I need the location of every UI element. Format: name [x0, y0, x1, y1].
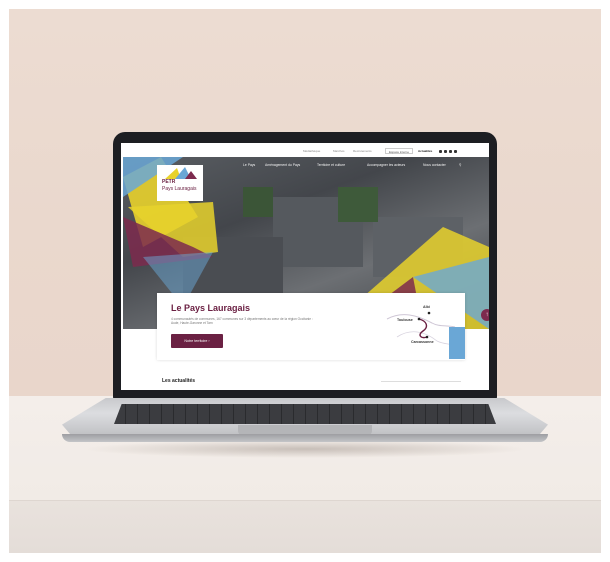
espace-interne-button[interactable]: Espace interne [385, 148, 414, 154]
utility-bar: Médiathèque Marchés Recrutements Espace … [121, 147, 489, 157]
actualites-link[interactable]: Actualités [418, 149, 432, 153]
laptop-screen: Médiathèque Marchés Recrutements Espace … [121, 143, 489, 390]
utility-link-marches[interactable]: Marchés [333, 149, 345, 153]
nav-item-amenagement[interactable]: Aménagement du Pays [265, 163, 300, 167]
section-divider [381, 381, 461, 382]
youtube-icon[interactable] [454, 150, 457, 153]
laptop-shadow [80, 440, 530, 458]
linkedin-icon[interactable] [444, 150, 447, 153]
nav-item-acteurs[interactable]: Accompagner les acteurs [367, 163, 405, 167]
photo-scene: Médiathèque Marchés Recrutements Espace … [0, 0, 610, 562]
logo-subtitle: Pays Lauragais [162, 186, 197, 192]
site-logo[interactable]: PETR Pays Lauragais [157, 165, 203, 201]
page-title: Le Pays Lauragais [171, 303, 251, 313]
region-map: Albi Toulouse Carcassonne [377, 297, 465, 359]
notre-territoire-button[interactable]: Notre territoire › [171, 334, 223, 348]
hero-description: 4 communautés de communes, 167 communes … [171, 317, 313, 326]
map-label-albi: Albi [423, 305, 430, 309]
utility-link-mediatheque[interactable]: Médiathèque [303, 149, 320, 153]
laptop-keyboard [114, 404, 496, 424]
nav-item-le-pays[interactable]: Le Pays [243, 163, 255, 167]
search-icon[interactable]: ⚲ [459, 163, 461, 167]
hero-card: Le Pays Lauragais 4 communautés de commu… [157, 293, 465, 360]
laptop-base-edge [62, 434, 548, 442]
logo-title: PETR [162, 179, 176, 185]
facebook-icon[interactable] [439, 150, 442, 153]
map-outline [386, 311, 465, 359]
map-label-carcassonne: Carcassonne [411, 340, 434, 344]
map-label-toulouse: Toulouse [397, 318, 413, 322]
news-heading: Les actualités [162, 378, 196, 384]
instagram-icon[interactable] [449, 150, 452, 153]
utility-link-recrutements[interactable]: Recrutements [353, 149, 372, 153]
scroll-top-button[interactable]: ↑ [481, 309, 489, 321]
table-front [9, 500, 601, 553]
nav-item-territoire[interactable]: Territoire et culture [317, 163, 345, 167]
nav-item-contact[interactable]: Nous contacter [423, 163, 446, 167]
logo-mark-icon [165, 167, 197, 179]
